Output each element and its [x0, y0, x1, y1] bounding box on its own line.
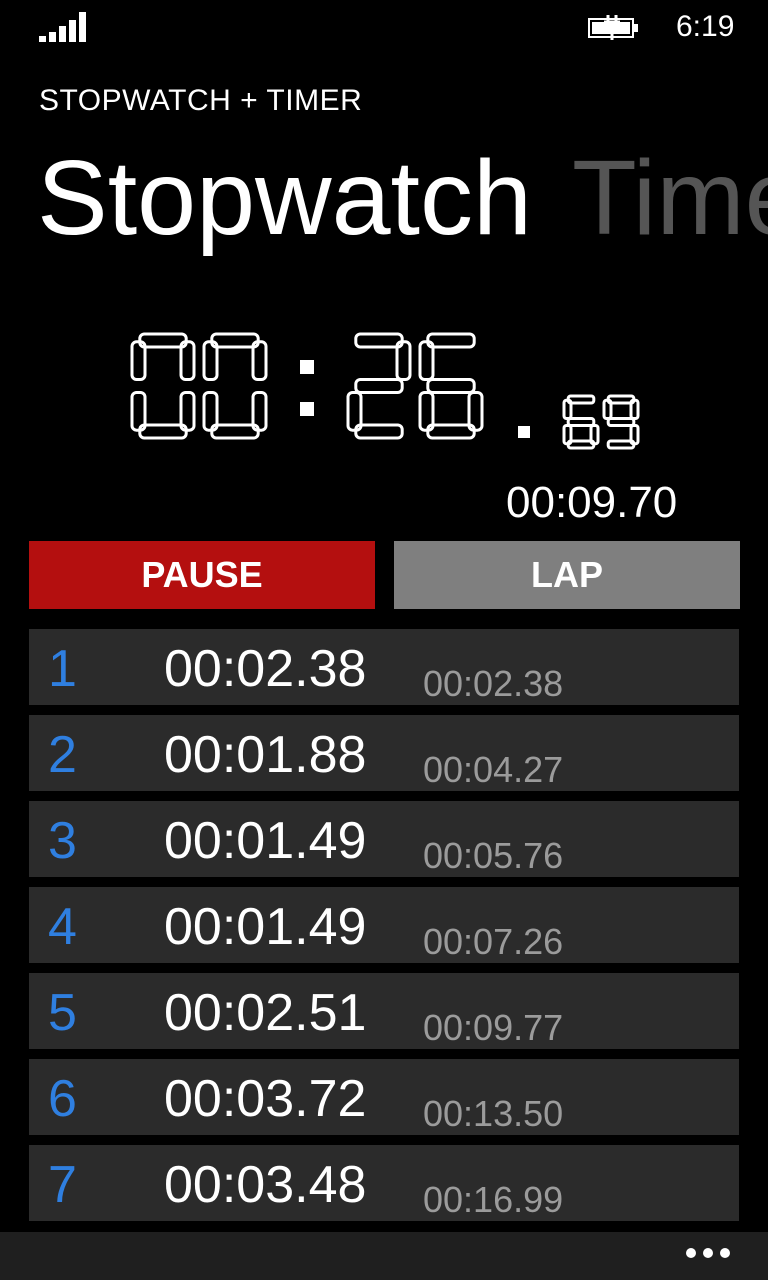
- lap-time: 00:01.49: [164, 898, 367, 956]
- lap-number: 3: [48, 812, 77, 870]
- lap-row: 6 00:03.72 00:13.50: [29, 1059, 739, 1135]
- signal-strength-icon: [39, 12, 87, 42]
- pivot-item-stopwatch[interactable]: Stopwatch: [37, 138, 532, 258]
- lap-time: 00:01.88: [164, 726, 367, 784]
- pivot-header: Stopwatch Timer: [37, 138, 768, 258]
- current-lap-time: 00:09.70: [506, 478, 678, 527]
- status-bar: 6:19: [0, 0, 768, 56]
- seconds-digit: [346, 332, 412, 440]
- app-title: STOPWATCH + TIMER: [39, 84, 363, 117]
- pivot-item-timer[interactable]: Timer: [572, 138, 768, 258]
- status-time: 6:19: [676, 10, 735, 43]
- lap-number: 5: [48, 984, 77, 1042]
- lap-total-time: 00:02.38: [423, 663, 564, 704]
- lap-total-time: 00:13.50: [423, 1093, 564, 1134]
- lap-total-time: 00:07.26: [423, 921, 564, 962]
- lap-row: 1 00:02.38 00:02.38: [29, 629, 739, 705]
- lap-row: 3 00:01.49 00:05.76: [29, 801, 739, 877]
- decimal-point: [518, 426, 530, 438]
- lap-number: 4: [48, 898, 77, 956]
- seconds-digit: [418, 332, 484, 440]
- battery-charging-icon: [588, 15, 638, 40]
- lap-number: 7: [48, 1156, 77, 1214]
- lap-list: 1 00:02.38 00:02.38 2 00:01.88 00:04.27 …: [29, 629, 739, 1231]
- hundredths-digit: [602, 394, 640, 450]
- stopwatch-display: [130, 332, 640, 450]
- lap-total-time: 00:04.27: [423, 749, 564, 790]
- lap-row: 2 00:01.88 00:04.27: [29, 715, 739, 791]
- lap-number: 6: [48, 1070, 77, 1128]
- lap-row: 4 00:01.49 00:07.26: [29, 887, 739, 963]
- lap-total-time: 00:05.76: [423, 835, 564, 876]
- minutes-digit: [202, 332, 268, 440]
- colon-dot: [300, 360, 314, 374]
- lap-time: 00:02.38: [164, 640, 367, 698]
- lap-time: 00:02.51: [164, 984, 367, 1042]
- lap-total-time: 00:09.77: [423, 1007, 564, 1048]
- lap-button[interactable]: LAP: [394, 541, 740, 609]
- lap-time: 00:01.49: [164, 812, 367, 870]
- lap-total-time: 00:16.99: [423, 1179, 564, 1220]
- lap-time: 00:03.48: [164, 1156, 367, 1214]
- lap-number: 1: [48, 640, 77, 698]
- lap-row: 5 00:02.51 00:09.77: [29, 973, 739, 1049]
- lap-row: 7 00:03.48 00:16.99: [29, 1145, 739, 1221]
- pause-button[interactable]: PAUSE: [29, 541, 375, 609]
- lap-time: 00:03.72: [164, 1070, 367, 1128]
- hundredths-digit: [562, 394, 600, 450]
- lap-number: 2: [48, 726, 77, 784]
- more-options-icon[interactable]: [686, 1248, 730, 1258]
- minutes-digit: [130, 332, 196, 440]
- app-bar: [0, 1232, 768, 1280]
- colon-dot: [300, 402, 314, 416]
